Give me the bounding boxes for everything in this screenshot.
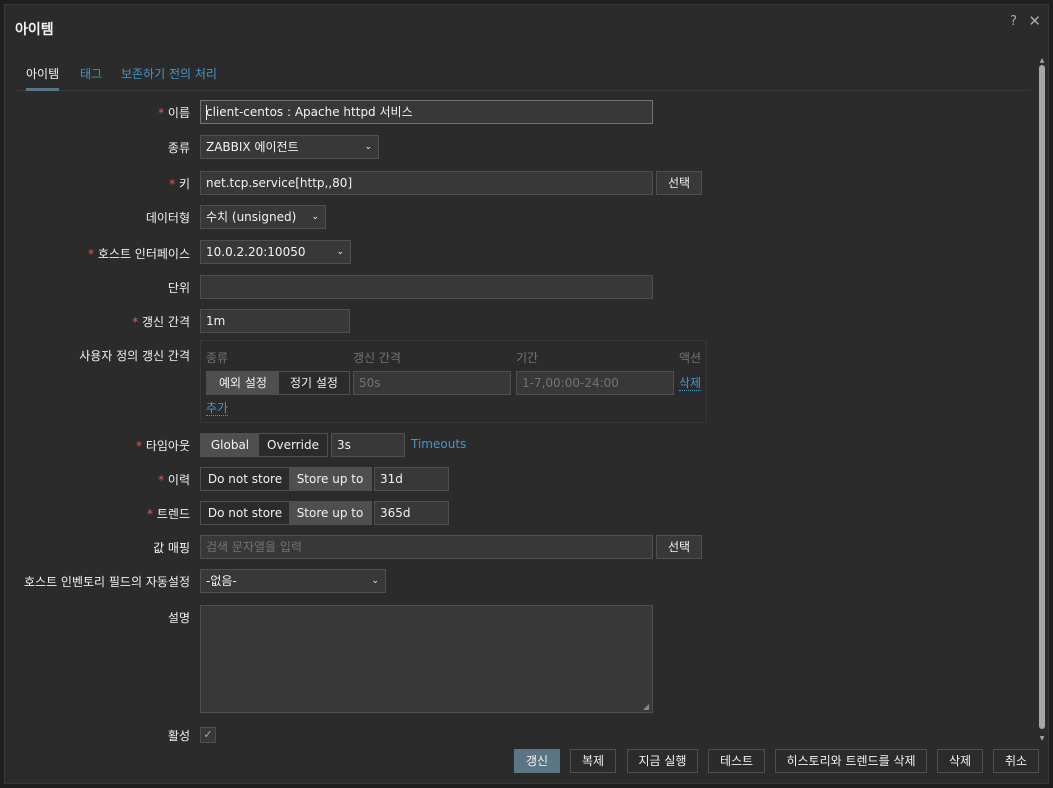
cancel-button[interactable]: 취소 xyxy=(993,749,1039,773)
trends-do-not-store-option[interactable]: Do not store xyxy=(201,502,289,524)
dialog-title: 아이템 xyxy=(15,22,54,38)
interval-type-toggle: 예외 설정 정기 설정 xyxy=(206,371,350,395)
description-label: 설명 xyxy=(167,611,190,625)
col-period-header: 기간 xyxy=(516,351,539,365)
chevron-down-icon: ⌄ xyxy=(336,247,344,257)
enabled-label: 활성 xyxy=(167,729,190,743)
inventory-select[interactable]: -없음- ⌄ xyxy=(200,569,386,593)
trends-store-up-to-option[interactable]: Store up to xyxy=(289,502,371,524)
units-label: 단위 xyxy=(167,281,190,295)
data-type-select[interactable]: 수치 (unsigned) ⌄ xyxy=(200,205,326,229)
interval-input[interactable]: 50s xyxy=(353,371,511,395)
execute-now-button[interactable]: 지금 실행 xyxy=(627,749,698,773)
key-select-button[interactable]: 선택 xyxy=(656,171,702,195)
history-input[interactable]: 31d xyxy=(374,467,449,491)
value-mapping-label: 값 매핑 xyxy=(153,541,190,555)
trends-input[interactable]: 365d xyxy=(374,501,449,525)
update-interval-label: * 갱신 간격 xyxy=(132,315,190,329)
remove-interval-link[interactable]: 삭제 xyxy=(679,376,702,391)
inventory-label: 호스트 인벤토리 필드의 자동설정 xyxy=(23,575,190,589)
chevron-down-icon: ⌄ xyxy=(371,576,379,586)
clone-button[interactable]: 복제 xyxy=(570,749,616,773)
delete-button[interactable]: 삭제 xyxy=(937,749,983,773)
custom-intervals-label: 사용자 정의 갱신 간격 xyxy=(79,349,190,363)
timeout-label: * 타임아웃 xyxy=(136,439,190,453)
timeout-global-option[interactable]: Global xyxy=(201,434,259,456)
tab-item[interactable]: 아이템 xyxy=(26,65,60,91)
key-input[interactable]: net.tcp.service[http,,80] xyxy=(200,171,653,195)
col-type-header: 종류 xyxy=(206,351,229,365)
key-label: * 키 xyxy=(169,177,190,191)
timeout-toggle: Global Override xyxy=(200,433,328,457)
tab-bar: 아이템 태그 보존하기 전의 처리 xyxy=(16,65,1030,91)
chevron-down-icon: ⌄ xyxy=(311,212,319,222)
timeout-override-option[interactable]: Override xyxy=(259,434,327,456)
history-store-up-to-option[interactable]: Store up to xyxy=(289,468,371,490)
scrollbar[interactable]: ▲ ▼ xyxy=(1038,57,1046,743)
name-input[interactable]: client-centos : Apache httpd 서비스 xyxy=(200,100,653,124)
history-do-not-store-option[interactable]: Do not store xyxy=(201,468,289,490)
clear-history-button[interactable]: 히스토리와 트렌드를 삭제 xyxy=(775,749,927,773)
add-interval-link[interactable]: 추가 xyxy=(206,401,229,416)
help-icon[interactable]: ? xyxy=(1010,14,1017,29)
data-type-label: 데이터형 xyxy=(145,211,190,225)
name-label: * 이름 xyxy=(158,106,190,120)
text-caret xyxy=(206,105,207,120)
timeouts-link[interactable]: Timeouts xyxy=(411,437,466,451)
host-interface-label: * 호스트 인터페이스 xyxy=(88,247,190,261)
value-mapping-input[interactable]: 검색 문자열을 입력 xyxy=(200,535,653,559)
timeout-input[interactable]: 3s xyxy=(331,433,405,457)
scroll-up-icon[interactable]: ▲ xyxy=(1038,57,1046,65)
scrollbar-thumb[interactable] xyxy=(1039,65,1045,729)
chevron-down-icon: ⌄ xyxy=(364,142,372,152)
description-textarea[interactable]: ◢ xyxy=(200,605,653,713)
col-action-header: 액션 xyxy=(679,351,702,365)
type-label: 종류 xyxy=(167,141,190,155)
required-mark: * xyxy=(158,106,165,120)
resize-handle-icon[interactable]: ◢ xyxy=(643,703,651,711)
history-toggle: Do not store Store up to xyxy=(200,467,372,491)
tab-preprocessing[interactable]: 보존하기 전의 처리 xyxy=(121,65,217,91)
tab-tags[interactable]: 태그 xyxy=(80,65,102,91)
scroll-down-icon[interactable]: ▼ xyxy=(1038,735,1046,743)
host-interface-select[interactable]: 10.0.2.20:10050 ⌄ xyxy=(200,240,351,264)
units-input[interactable] xyxy=(200,275,653,299)
enabled-checkbox[interactable]: ✓ xyxy=(200,727,216,743)
update-interval-input[interactable]: 1m xyxy=(200,309,350,333)
close-icon[interactable]: ✕ xyxy=(1028,12,1041,30)
value-mapping-select-button[interactable]: 선택 xyxy=(656,535,702,559)
update-button[interactable]: 갱신 xyxy=(514,749,560,773)
test-button[interactable]: 테스트 xyxy=(708,749,765,773)
scheduling-option[interactable]: 정기 설정 xyxy=(279,372,349,394)
col-interval-header: 갱신 간격 xyxy=(353,351,401,365)
period-input[interactable]: 1-7,00:00-24:00 xyxy=(516,371,674,395)
trends-toggle: Do not store Store up to xyxy=(200,501,372,525)
custom-intervals-table: 종류 갱신 간격 기간 액션 예외 설정 정기 설정 50s 1-7,00:00… xyxy=(200,340,707,423)
trends-label: * 트렌드 xyxy=(147,507,190,521)
type-select[interactable]: ZABBIX 에이전트 ⌄ xyxy=(200,135,379,159)
flexible-option[interactable]: 예외 설정 xyxy=(207,372,279,394)
history-label: * 이력 xyxy=(158,473,190,487)
